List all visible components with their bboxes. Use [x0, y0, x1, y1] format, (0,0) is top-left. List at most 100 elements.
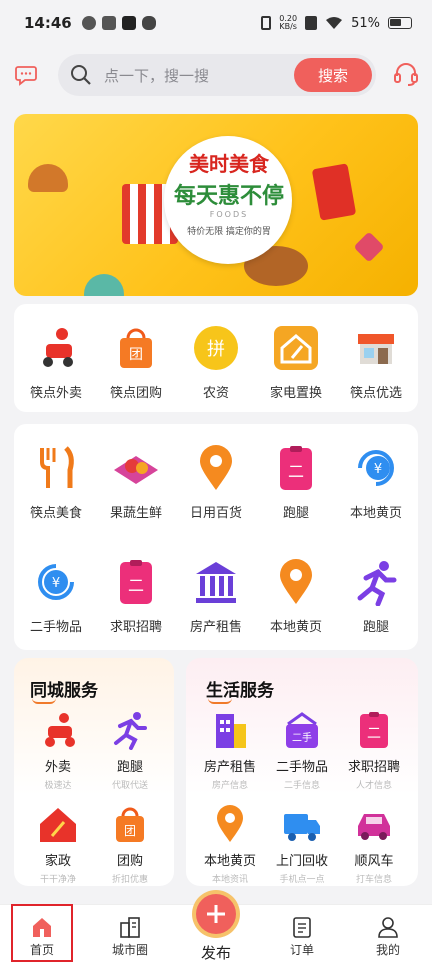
fork-knife-icon — [40, 446, 74, 488]
home-broom-icon — [274, 326, 318, 370]
svg-text:团: 团 — [124, 824, 136, 838]
service-housekeeping[interactable]: 家政 干干净净 — [22, 804, 94, 885]
nav-label: 我的 — [375, 943, 400, 957]
delivery-scooter-icon — [45, 713, 75, 747]
battery-percent: 51% — [351, 15, 380, 31]
quick-link-group-buy[interactable]: 团 筷点团购 — [96, 324, 176, 401]
service-name: 外卖 — [44, 760, 71, 775]
category-jobs[interactable]: 二 求职招聘 — [96, 558, 176, 635]
svg-text:二手: 二手 — [292, 731, 312, 744]
yuan-refresh-icon: ¥ — [358, 450, 394, 486]
quick-link-appliance[interactable]: 家电置换 — [256, 324, 336, 401]
quick-link-select[interactable]: 筷点优选 — [336, 324, 416, 401]
service-delivery[interactable]: 外卖 极速达 — [22, 710, 94, 791]
wifi-icon — [326, 17, 343, 29]
quick-links-card: 筷点外卖 团 筷点团购 拼 农资 家电置换 筷点优选 — [14, 304, 418, 412]
service-name: 顺风车 — [354, 854, 394, 869]
car-icon — [358, 814, 390, 840]
svg-text:二: 二 — [367, 726, 381, 742]
quick-link-agri[interactable]: 拼 农资 — [176, 324, 256, 401]
quick-link-label: 筷点团购 — [109, 386, 162, 401]
service-name: 团购 — [116, 854, 143, 869]
city-icon — [120, 917, 140, 938]
service-name: 二手物品 — [275, 760, 328, 775]
promo-banner[interactable]: 美时美食 每天惠不停 FOODS 特价无限 搞定你的胃 — [14, 114, 418, 296]
nav-city[interactable]: 城市圈 — [94, 905, 166, 964]
location-pin-icon — [217, 805, 243, 842]
plus-icon — [207, 905, 225, 923]
app-notification-icon — [121, 16, 136, 30]
app-notification-icon — [101, 16, 116, 30]
category-card: 筷点美食 果蔬生鲜 日用百货 二 跑腿 ¥ 本地黄页 ¥ 二手物品 二 求职招聘… — [14, 424, 418, 650]
service-subtitle: 手机点一点 — [279, 875, 325, 885]
svg-text:拼: 拼 — [207, 339, 225, 360]
errand-clipboard-icon: 二 — [280, 446, 312, 490]
notification-icons — [81, 16, 156, 30]
service-secondhand[interactable]: 二手 二手物品 二手信息 — [266, 710, 338, 791]
banner-title-2: 每天惠不停 — [174, 183, 285, 209]
heart-illustration — [353, 231, 385, 263]
category-food[interactable]: 筷点美食 — [16, 444, 96, 521]
service-name: 上门回收 — [275, 854, 328, 869]
vibrate-icon — [261, 16, 272, 30]
service-subtitle: 极速达 — [44, 781, 72, 791]
search-row: 点一下，搜一搜 搜索 — [0, 52, 432, 98]
service-realestate[interactable]: 房产租售 房产信息 — [194, 710, 266, 791]
life-services-panel: 生活服务 房产租售 房产信息 二手 二手物品 二手信息 二 求职招聘 人才信息 … — [186, 658, 418, 886]
drink-cup-illustration — [311, 163, 357, 221]
service-subtitle: 打车信息 — [355, 875, 392, 885]
message-icon[interactable] — [14, 62, 38, 86]
service-errand[interactable]: 跑腿 代取代送 — [94, 710, 166, 791]
category-label: 房产租售 — [189, 620, 242, 635]
category-daily[interactable]: 日用百货 — [176, 444, 256, 521]
svg-text:团: 团 — [129, 347, 143, 363]
service-jobs[interactable]: 二 求职招聘 人才信息 — [338, 710, 410, 791]
active-tab-highlight — [11, 904, 73, 962]
nav-profile[interactable]: 我的 — [352, 905, 424, 964]
recycle-truck-icon — [284, 814, 320, 841]
banner-title-1: 美时美食 — [189, 152, 269, 176]
title-underline — [32, 698, 56, 704]
job-clipboard-icon: 二 — [360, 712, 388, 748]
battery-icon — [388, 17, 412, 29]
secondhand-basket-icon: 二手 — [286, 712, 318, 748]
nav-label: 城市圈 — [111, 943, 148, 957]
sim-icon — [305, 16, 318, 30]
service-name: 本地黄页 — [203, 854, 256, 869]
category-label: 本地黄页 — [269, 620, 322, 635]
search-input[interactable]: 点一下，搜一搜 搜索 — [58, 54, 376, 96]
category-fresh[interactable]: 果蔬生鲜 — [96, 444, 176, 521]
category-label: 二手物品 — [29, 620, 82, 635]
group-bag-icon: 团 — [120, 328, 152, 368]
category-errand[interactable]: 二 跑腿 — [256, 444, 336, 521]
service-yellowpages[interactable]: 本地黄页 本地资讯 — [194, 804, 266, 885]
publish-label[interactable]: 发布 — [186, 942, 246, 963]
house-cleaning-icon — [40, 808, 76, 842]
service-subtitle: 干干净净 — [39, 875, 76, 885]
publish-button[interactable] — [196, 894, 236, 934]
service-group-buy[interactable]: 团 团购 折扣优惠 — [94, 804, 166, 885]
search-button[interactable]: 搜索 — [294, 58, 372, 92]
service-name: 房产租售 — [203, 760, 256, 775]
service-recycle[interactable]: 上门回收 手机点一点 — [266, 804, 338, 885]
category-errand-2[interactable]: 跑腿 — [336, 558, 416, 635]
quick-link-delivery[interactable]: 筷点外卖 — [16, 324, 96, 401]
category-label: 日用百货 — [189, 506, 242, 521]
category-secondhand[interactable]: ¥ 二手物品 — [16, 558, 96, 635]
customer-service-icon[interactable] — [392, 60, 420, 88]
service-carpool[interactable]: 顺风车 打车信息 — [338, 804, 410, 885]
app-notification-icon — [81, 16, 96, 30]
job-clipboard-icon: 二 — [120, 560, 152, 604]
search-placeholder: 点一下，搜一搜 — [104, 66, 210, 85]
nav-orders[interactable]: 订单 — [266, 905, 338, 964]
yuan-circle-icon: ¥ — [38, 564, 74, 600]
category-realestate[interactable]: 房产租售 — [176, 558, 256, 635]
service-subtitle: 人才信息 — [355, 781, 392, 791]
bank-building-icon — [196, 562, 236, 603]
svg-text:二: 二 — [288, 462, 304, 481]
burger-illustration — [28, 164, 68, 192]
quick-link-label: 筷点外卖 — [29, 386, 82, 401]
category-yellowpages[interactable]: ¥ 本地黄页 — [336, 444, 416, 521]
category-yellowpages-2[interactable]: 本地黄页 — [256, 558, 336, 635]
service-name: 跑腿 — [116, 760, 143, 775]
